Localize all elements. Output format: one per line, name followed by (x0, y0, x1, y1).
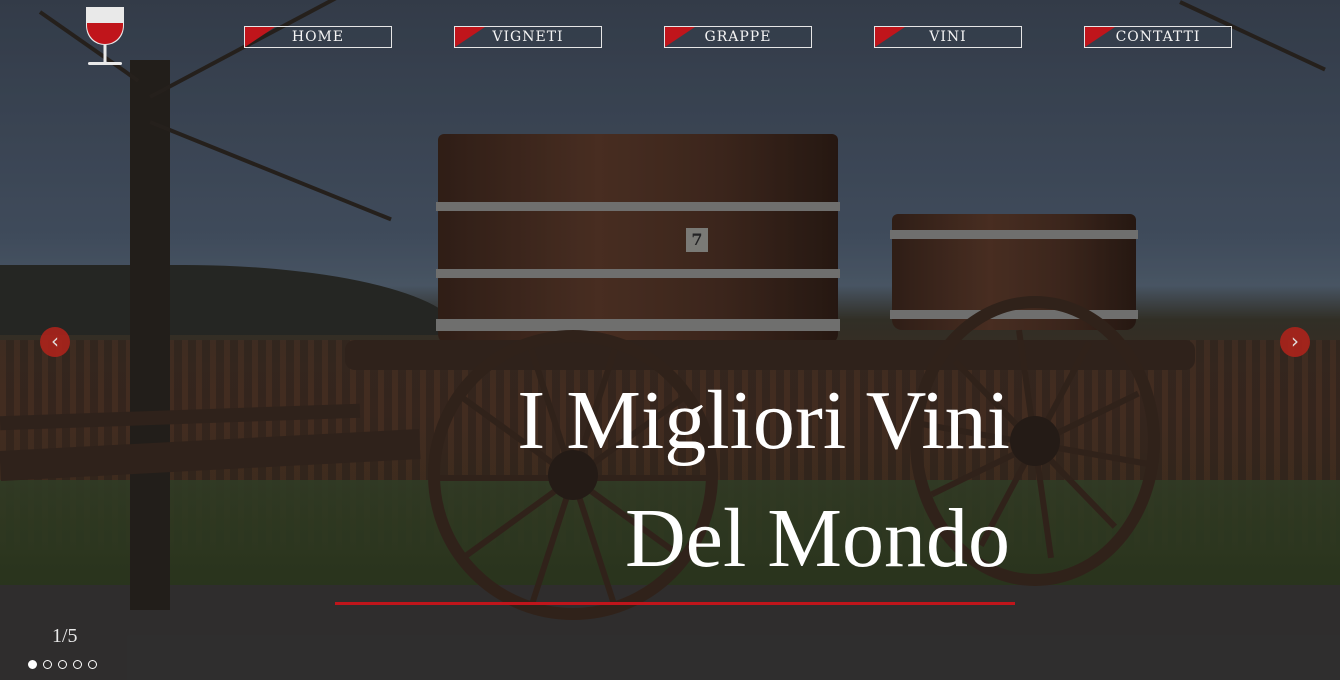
chevron-left-icon[interactable]: ‹ (40, 327, 70, 357)
hero-headline-line2: Del Mondo (625, 492, 1010, 585)
slide-dot[interactable] (88, 660, 97, 669)
nav-label: VIGNETI (492, 29, 564, 45)
slide-dot[interactable] (28, 660, 37, 669)
nav-label: CONTATTI (1115, 29, 1201, 45)
nav-flag-icon (665, 27, 695, 47)
nav-vigneti[interactable]: VIGNETI (454, 26, 602, 48)
chevron-right-icon[interactable]: › (1280, 327, 1310, 357)
hero-headline-line1: I Migliori Vini (517, 374, 1010, 467)
hero-slider: 7 HOME VIGNETI GRAPPE VINI CONTATTI ‹ › … (0, 0, 1340, 680)
nav-grappe[interactable]: GRAPPE (664, 26, 812, 48)
wine-glass-icon[interactable] (84, 5, 126, 67)
slide-dot[interactable] (73, 660, 82, 669)
nav-home[interactable]: HOME (244, 26, 392, 48)
nav-label: VINI (929, 29, 967, 45)
nav-contatti[interactable]: CONTATTI (1084, 26, 1232, 48)
slide-dot[interactable] (58, 660, 67, 669)
slide-dot[interactable] (43, 660, 52, 669)
nav-flag-icon (455, 27, 485, 47)
nav-vini[interactable]: VINI (874, 26, 1022, 48)
nav-flag-icon (245, 27, 275, 47)
nav-label: GRAPPE (704, 29, 772, 45)
nav-flag-icon (875, 27, 905, 47)
nav-label: HOME (291, 29, 345, 45)
headline-underline (335, 602, 1015, 605)
slide-dots (28, 660, 97, 669)
nav-flag-icon (1085, 27, 1115, 47)
slide-counter: 1/5 (52, 625, 78, 647)
